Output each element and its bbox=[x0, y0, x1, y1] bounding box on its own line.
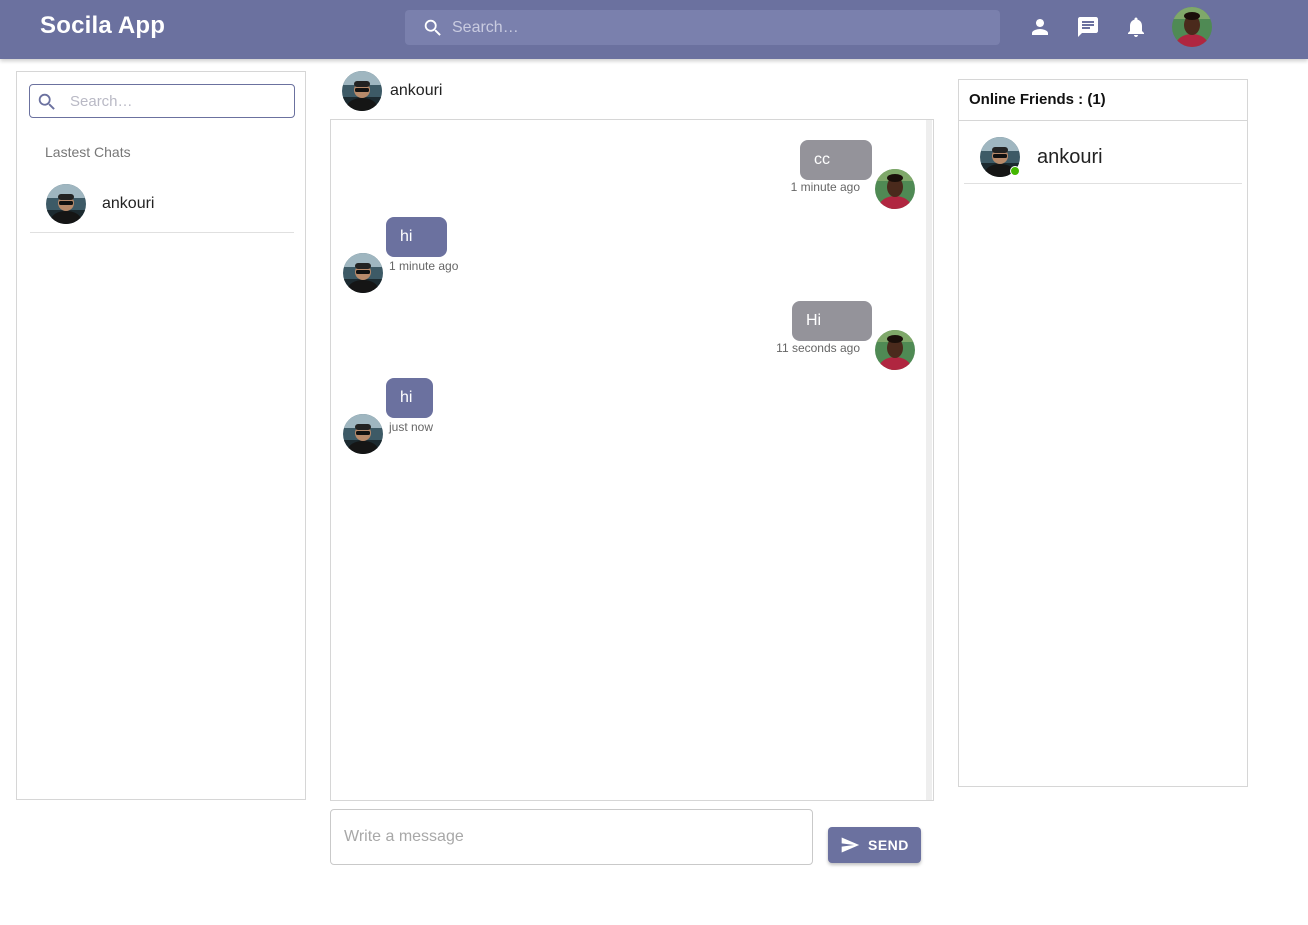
chat-search-input[interactable] bbox=[70, 85, 290, 117]
message-input[interactable] bbox=[344, 810, 804, 864]
notifications-icon[interactable] bbox=[1124, 15, 1148, 39]
latest-chats-heading: Lastest Chats bbox=[45, 144, 131, 160]
send-button[interactable]: SEND bbox=[828, 827, 921, 863]
global-search-input[interactable] bbox=[452, 10, 982, 45]
online-friends-panel: Online Friends : (1) ankouri bbox=[958, 79, 1248, 787]
message-timestamp: 1 minute ago bbox=[790, 180, 860, 194]
online-status-dot bbox=[1010, 166, 1020, 176]
avatar bbox=[875, 330, 915, 370]
message-bubble-outgoing: cc bbox=[800, 140, 872, 180]
send-icon bbox=[841, 837, 860, 853]
message-bubble-outgoing: Hi bbox=[792, 301, 872, 341]
chat-list-item[interactable]: ankouri bbox=[30, 176, 294, 233]
message-list[interactable]: cc 1 minute ago hi 1 minute ago Hi 11 se… bbox=[330, 119, 934, 801]
online-friend-item[interactable]: ankouri bbox=[964, 128, 1242, 184]
avatar bbox=[343, 414, 383, 454]
online-friend-name: ankouri bbox=[1037, 146, 1103, 168]
conversation-partner-name: ankouri bbox=[390, 82, 443, 99]
avatar bbox=[46, 184, 86, 224]
conversation-partner-avatar bbox=[342, 71, 382, 111]
avatar bbox=[343, 253, 383, 293]
message-timestamp: just now bbox=[389, 420, 434, 434]
app-title[interactable]: Socila App bbox=[40, 12, 165, 40]
chat-search[interactable] bbox=[29, 84, 295, 118]
message-timestamp: 1 minute ago bbox=[389, 259, 459, 273]
chat-icon[interactable] bbox=[1076, 15, 1100, 39]
message-bubble-incoming: hi bbox=[386, 217, 447, 257]
message-composer[interactable] bbox=[330, 809, 813, 865]
person-icon[interactable] bbox=[1028, 15, 1052, 39]
send-button-label: SEND bbox=[868, 837, 909, 853]
chats-sidebar: Lastest Chats ankouri bbox=[16, 71, 306, 800]
message-timestamp: 11 seconds ago bbox=[776, 341, 860, 355]
chat-list-item-name: ankouri bbox=[102, 195, 155, 212]
avatar bbox=[875, 169, 915, 209]
message-bubble-incoming: hi bbox=[386, 378, 433, 418]
search-icon bbox=[38, 93, 55, 110]
online-friends-heading: Online Friends : (1) bbox=[959, 80, 1247, 121]
app-bar: Socila App bbox=[0, 0, 1308, 59]
search-icon bbox=[424, 19, 441, 36]
global-search[interactable] bbox=[405, 10, 1000, 45]
message-list-scrollbar[interactable] bbox=[926, 120, 932, 800]
current-user-avatar[interactable] bbox=[1172, 7, 1212, 47]
